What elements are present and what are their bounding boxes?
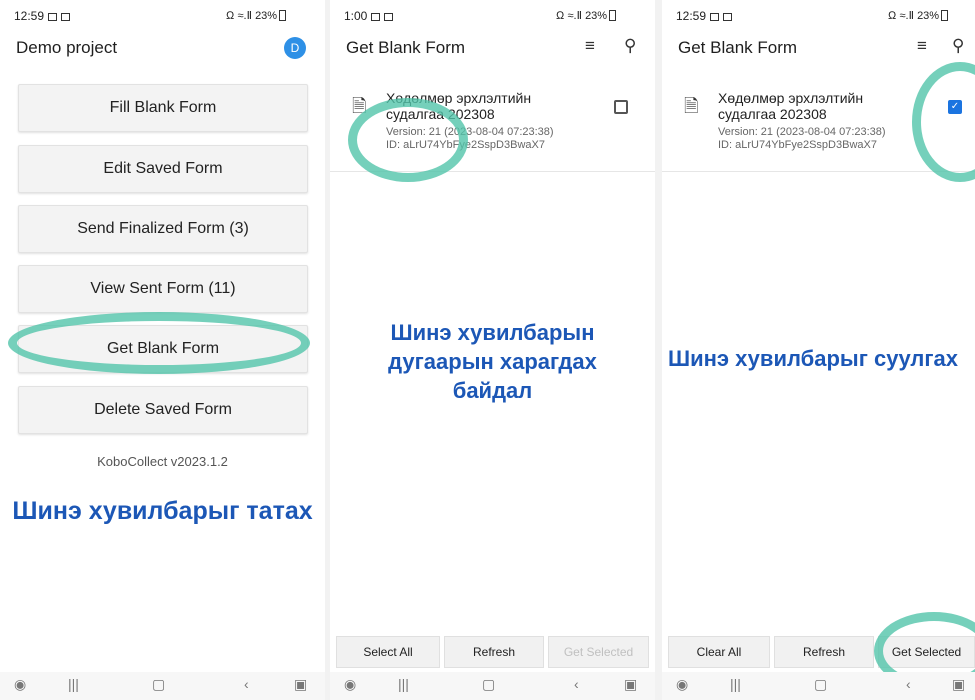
sort-icon[interactable]: ≡ <box>917 36 927 56</box>
screenshot-icon[interactable]: ▣ <box>624 676 637 693</box>
form-id: ID: aLrU74YbFye2SspD3BwaX7 <box>718 139 877 151</box>
battery-icon <box>279 10 287 21</box>
battery-icon <box>941 10 949 21</box>
document-icon: 🗎 <box>684 96 699 116</box>
form-title: Хөдөлмөр эрхлэлтийн судалгаа 202308 <box>718 90 864 122</box>
assistant-icon[interactable]: ◉ <box>676 676 688 693</box>
status-signal: Ω ≈.Ⅱ 23% <box>556 10 608 22</box>
home-icon[interactable]: ▢ <box>482 676 495 693</box>
screenshot-icon[interactable]: ▣ <box>952 676 965 693</box>
back-icon[interactable]: ‹ <box>906 676 911 692</box>
form-checkbox[interactable] <box>614 100 628 114</box>
app-title: Demo project <box>16 38 118 57</box>
form-title: Хөдөлмөр эрхлэлтийн судалгаа 202308 <box>386 90 532 122</box>
select-all-button[interactable]: Select All <box>336 636 440 668</box>
home-icon[interactable]: ▢ <box>152 676 165 693</box>
system-nav-bar: ◉ ||| ▢ ‹ ▣ <box>330 672 655 700</box>
caption-version-view: Шинэ хувилбарын дугаарын харагдах байдал <box>388 320 597 403</box>
get-blank-form-screen-version: 1:00 Ω ≈.Ⅱ 23% Get Blank Form ≡ ⚲ 🗎 Хөдө… <box>330 0 655 700</box>
form-id: ID: aLrU74YbFye2SspD3BwaX7 <box>386 139 545 151</box>
get-selected-button[interactable]: Get Selected <box>878 636 975 668</box>
recents-icon[interactable]: ||| <box>730 676 741 692</box>
refresh-button[interactable]: Refresh <box>444 636 544 668</box>
view-sent-form-button[interactable]: View Sent Form (11) <box>18 265 308 313</box>
search-icon[interactable]: ⚲ <box>952 36 964 56</box>
back-icon[interactable]: ‹ <box>244 676 249 692</box>
form-version: Version: 21 (2023-08-04 07:23:38) <box>386 126 554 138</box>
gallery-notification-icon <box>710 13 720 21</box>
app-version: KoboCollect v2023.1.2 <box>97 454 228 469</box>
form-meta: Version: 21 (2023-08-04 07:23:38) ID: aL… <box>718 126 886 152</box>
screen-title: Get Blank Form <box>678 38 798 57</box>
system-nav-bar: ◉ ||| ▢ ‹ ▣ <box>662 672 975 700</box>
assistant-icon[interactable]: ◉ <box>344 676 356 693</box>
form-meta: Version: 21 (2023-08-04 07:23:38) ID: aL… <box>386 126 554 152</box>
document-icon: 🗎 <box>352 96 367 116</box>
fill-blank-form-button[interactable]: Fill Blank Form <box>18 84 308 132</box>
refresh-button[interactable]: Refresh <box>774 636 874 668</box>
recents-icon[interactable]: ||| <box>398 676 409 692</box>
assistant-icon[interactable]: ◉ <box>14 676 26 693</box>
back-icon[interactable]: ‹ <box>574 676 579 692</box>
caption-download-selected: Шинэ хувилбарыг суулгах <box>668 346 959 371</box>
status-time: 1:00 <box>344 9 368 23</box>
clear-all-button[interactable]: Clear All <box>668 636 770 668</box>
get-blank-form-button[interactable]: Get Blank Form <box>18 325 308 373</box>
caption-download-new-version: Шинэ хувилбарыг татах <box>12 497 313 525</box>
notification-icon <box>384 13 394 21</box>
status-bar: 1:00 Ω ≈.Ⅱ 23% <box>330 0 655 30</box>
status-signal: Ω ≈.Ⅱ 23% <box>888 10 940 22</box>
form-list-item[interactable]: 🗎 Хөдөлмөр эрхлэлтийн судалгаа 202308 Ve… <box>662 82 975 172</box>
status-signal: Ω ≈.Ⅱ 23% <box>226 10 278 22</box>
avatar[interactable]: D <box>284 37 306 59</box>
search-icon[interactable]: ⚲ <box>624 36 636 56</box>
notification-icon <box>61 13 71 21</box>
status-bar: 12:59 Ω ≈.Ⅱ 23% <box>662 0 975 30</box>
status-time: 12:59 <box>676 9 707 23</box>
notification-icon <box>723 13 733 21</box>
delete-saved-form-button[interactable]: Delete Saved Form <box>18 386 308 434</box>
get-selected-button[interactable]: Get Selected <box>548 636 649 668</box>
main-menu-screen: 12:59 Ω ≈.Ⅱ 23% Demo project D Fill Blan… <box>0 0 325 700</box>
status-bar: 12:59 Ω ≈.Ⅱ 23% <box>0 0 325 30</box>
gallery-notification-icon <box>48 13 58 21</box>
form-list-item[interactable]: 🗎 Хөдөлмөр эрхлэлтийн судалгаа 202308 Ve… <box>330 82 655 172</box>
screenshot-icon[interactable]: ▣ <box>294 676 307 693</box>
sort-icon[interactable]: ≡ <box>585 36 595 56</box>
edit-saved-form-button[interactable]: Edit Saved Form <box>18 145 308 193</box>
recents-icon[interactable]: ||| <box>68 676 79 692</box>
panel-divider <box>655 0 662 700</box>
screen-title: Get Blank Form <box>346 38 466 57</box>
system-nav-bar: ◉ ||| ▢ ‹ ▣ <box>0 672 325 700</box>
battery-icon <box>609 10 617 21</box>
gallery-notification-icon <box>371 13 381 21</box>
form-version: Version: 21 (2023-08-04 07:23:38) <box>718 126 886 138</box>
status-time: 12:59 <box>14 9 45 23</box>
home-icon[interactable]: ▢ <box>814 676 827 693</box>
form-checkbox-checked[interactable]: ✓ <box>948 100 962 114</box>
send-finalized-form-button[interactable]: Send Finalized Form (3) <box>18 205 308 253</box>
get-blank-form-screen-selected: 12:59 Ω ≈.Ⅱ 23% Get Blank Form ≡ ⚲ 🗎 Хөд… <box>662 0 975 700</box>
